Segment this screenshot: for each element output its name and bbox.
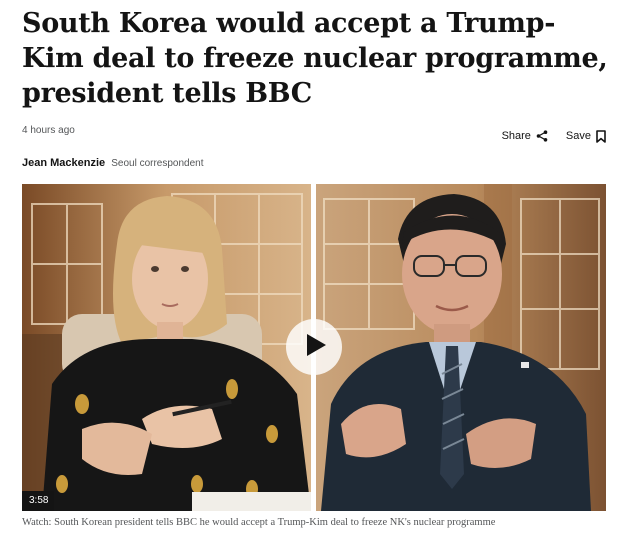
play-icon xyxy=(301,333,327,362)
video-frame-right xyxy=(316,184,606,511)
save-button[interactable]: Save xyxy=(565,129,606,143)
save-label: Save xyxy=(565,130,591,142)
video-duration: 3:58 xyxy=(22,491,55,511)
video-caption: Watch: South Korean president tells BBC … xyxy=(22,517,496,528)
author-role: Seoul correspondent xyxy=(111,158,204,169)
headline: South Korea would accept a Trump-Kim dea… xyxy=(22,8,608,109)
article-actions: Share Save xyxy=(502,128,606,144)
share-label: Share xyxy=(501,130,531,142)
share-button[interactable]: Share xyxy=(502,130,548,142)
timestamp: 4 hours ago xyxy=(22,125,75,136)
video-player[interactable]: 3:58 xyxy=(22,184,606,511)
bookmark-icon xyxy=(596,129,606,143)
video-frame-left xyxy=(22,184,311,511)
play-button[interactable] xyxy=(286,319,342,375)
author-name[interactable]: Jean Mackenzie xyxy=(22,157,105,169)
byline: Jean Mackenzie Seoul correspondent xyxy=(22,157,204,169)
share-icon xyxy=(536,130,548,142)
